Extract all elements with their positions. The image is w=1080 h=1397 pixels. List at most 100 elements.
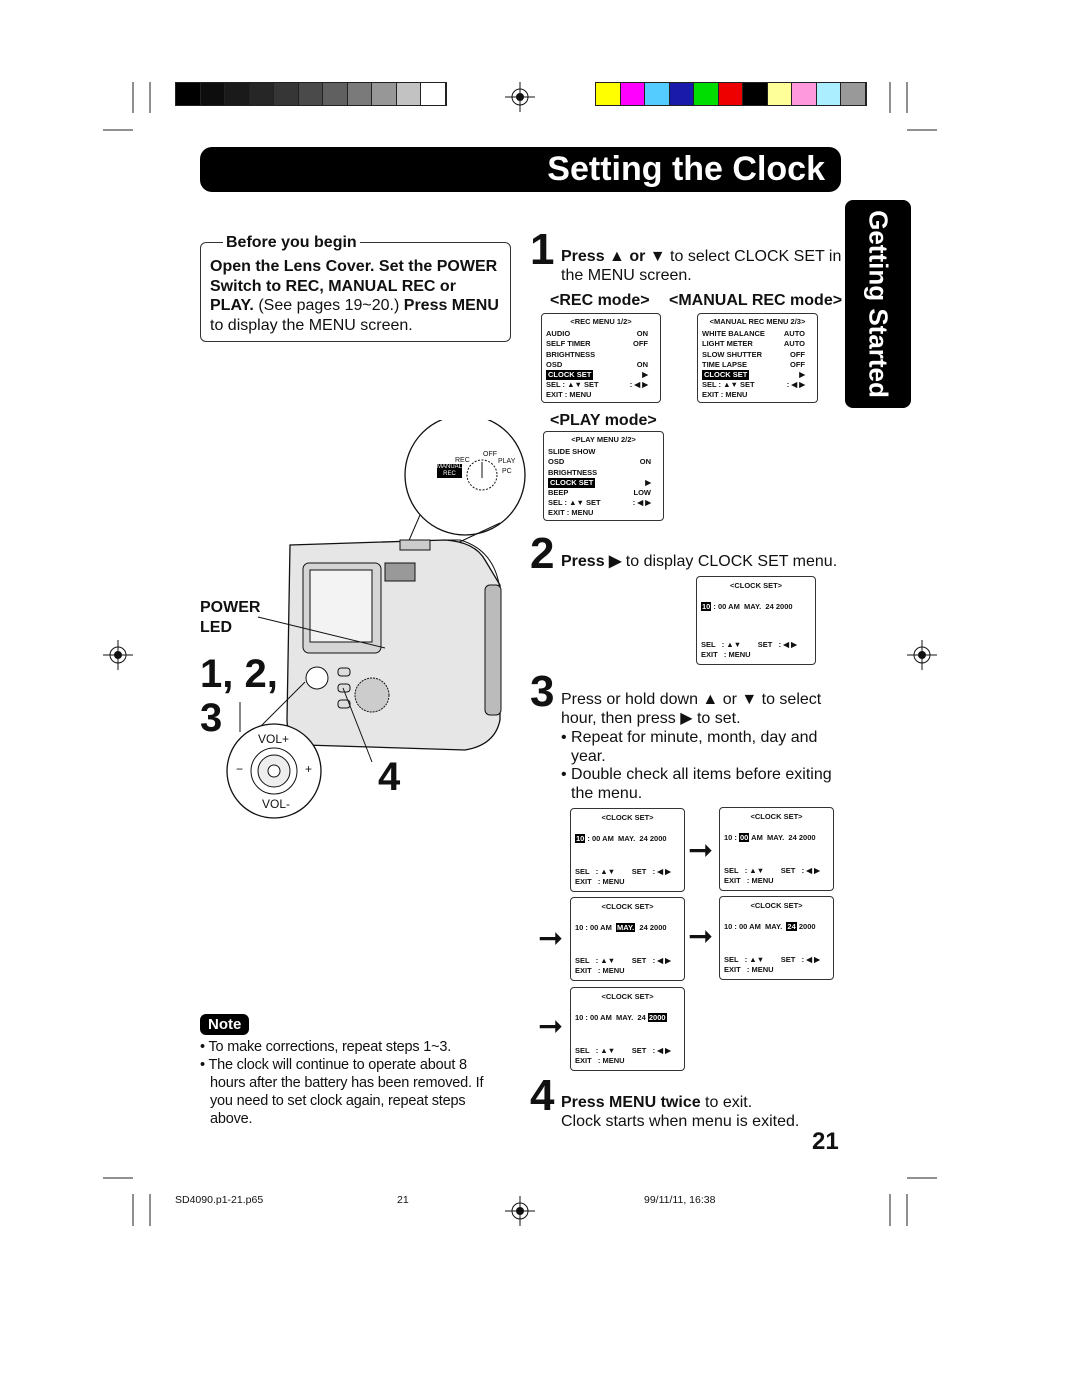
menu-item-value: : ◀ ▶: [632, 498, 651, 508]
clock-segment: :: [583, 1013, 591, 1022]
clock-segment: :: [583, 923, 591, 932]
menu-item-value: AUTO: [783, 329, 805, 339]
step-number: 1: [530, 225, 555, 274]
clock-segment: 2000: [649, 923, 667, 932]
power-led-label: POWER LED: [200, 599, 261, 636]
menu-item-value: ▶: [642, 370, 648, 380]
clock-sel-hint: SEL : ▲▼ SET : ◀ ▶: [724, 955, 820, 964]
clock-exit-hint: EXIT : MENU: [575, 1056, 625, 1065]
menu-row: OSD ON: [548, 457, 659, 467]
step-number: 2: [530, 529, 555, 578]
step2-text: Press ▶ to display CLOCK SET menu.: [561, 553, 838, 570]
clock-footer: SEL : ▲▼ SET : ◀ ▶ EXIT : MENU: [575, 956, 671, 976]
play-menu-screen: <PLAY MENU 2/2> SLIDE SHOW OSD ON BRIGHTNESS…: [543, 431, 664, 521]
clock-segment: :: [732, 833, 740, 842]
clock-sel-hint: SEL : ▲▼ SET : ◀ ▶: [575, 867, 671, 876]
menu-item-label: SEL : ▲▼ SET: [546, 380, 599, 390]
dial-pc-label: PC: [502, 468, 512, 475]
clock-title: <CLOCK SET>: [601, 902, 654, 911]
clock-footer: SEL : ▲▼ SET : ◀ ▶ EXIT : MENU: [724, 866, 820, 886]
clock-segment: 24: [765, 602, 774, 611]
clock-segment: 10: [701, 602, 712, 611]
step3-bullet: • Repeat for minute, month, day and year…: [561, 729, 818, 765]
menu-row: OSD ON: [546, 360, 656, 370]
menu-item-label: AUDIO: [546, 329, 571, 339]
step3-bullet: • Double check all items before exiting …: [561, 766, 832, 802]
clock-title: <CLOCK SET>: [729, 581, 783, 590]
menu-item-label: WHITE BALANCE: [702, 329, 765, 339]
clock-title: <CLOCK SET>: [750, 812, 803, 821]
menu-item-label: OSD: [548, 457, 565, 467]
clock-segment: MAY.: [767, 833, 785, 842]
footer-page: 21: [397, 1194, 409, 1206]
manual-rec-mode-label: <MANUAL REC mode>: [669, 292, 843, 309]
menu-item-value: ON: [636, 329, 648, 339]
menu-item-label: BEEP: [548, 488, 569, 498]
menu-item-value: OFF: [633, 339, 648, 349]
clock-set-screen: <CLOCK SET> 10 : 00 AM MAY. 24 2000 SEL : …: [570, 808, 685, 892]
clock-exit-hint: EXIT : MENU: [724, 876, 774, 885]
clock-segment: MAY.: [765, 922, 783, 931]
instruction-text: to display the MENU screen.: [210, 316, 413, 334]
menu-row: SEL : ▲▼ SET : ◀ ▶: [702, 380, 813, 390]
footer-file: SD4090.p1-21.p65: [175, 1194, 264, 1206]
clock-sel-hint: SEL : ▲▼ SET : ◀ ▶: [724, 866, 820, 875]
clock-exit-hint: EXIT : MENU: [575, 877, 625, 886]
menu-item-label: BRIGHTNESS: [546, 349, 596, 359]
clock-segment: 2000: [647, 1013, 667, 1022]
clock-segment: AM: [728, 602, 740, 611]
menu-row: WHITE BALANCE AUTO: [702, 329, 813, 339]
clock-footer: SEL : ▲▼ SET : ◀ ▶ EXIT : MENU: [724, 955, 820, 975]
minus-label: −: [236, 762, 244, 776]
rec-menu-screen: <REC MENU 1/2> AUDIO ON SELF TIMER OFF BRIGHT…: [541, 313, 661, 403]
clock-time-line: 10 : 00 AM MAY. 24 2000: [724, 833, 829, 842]
clock-segment: AM: [600, 1013, 612, 1022]
menu-item-label: EXIT : MENU: [548, 508, 594, 518]
dial-rec-label: REC: [455, 457, 470, 464]
steps-label: 1, 2, 3: [200, 652, 278, 740]
menu-item-value: OFF: [790, 359, 805, 369]
clock-segment: 10: [575, 834, 586, 843]
dial-manual-rec-label: MANUAL REC: [437, 464, 463, 478]
menu-item-label: EXIT : MENU: [702, 390, 748, 400]
menu-item-value: OFF: [790, 349, 805, 359]
before-you-begin-box: Before you begin Open the Lens Cover. Se…: [200, 233, 511, 342]
menu-row: EXIT : MENU: [702, 390, 813, 400]
instruction-text: (See pages 19~20.): [258, 297, 404, 314]
clock-segment: MAY.: [616, 1013, 634, 1022]
menu-item-label: CLOCK SET: [702, 370, 750, 381]
menu-item-value: ▶: [799, 370, 805, 380]
menu-row: TIME LAPSE OFF: [702, 360, 813, 370]
menu-row: CLOCK SET ▶: [546, 370, 656, 381]
menu-item-value: AUTO: [783, 339, 805, 349]
clock-footer: SEL : ▲▼ SET : ◀ ▶ EXIT : MENU: [575, 867, 671, 887]
clock-set-screen: <CLOCK SET> 10 : 00 AM MAY. 24 2000 SEL : …: [570, 897, 685, 981]
menu-row: SELF TIMER OFF: [546, 339, 656, 349]
clock-segment: :: [585, 834, 593, 843]
clock-segment: 2000: [798, 833, 816, 842]
box-legend: Before you begin: [223, 233, 360, 253]
arrow-right-icon: ➞: [688, 834, 714, 867]
clock-time-line: 10 : 00 AM MAY. 24 2000: [575, 1013, 680, 1022]
menu-row: SLIDE SHOW: [548, 447, 659, 457]
page-title: Setting the Clock: [200, 147, 841, 192]
play-mode-label: <PLAY mode>: [550, 412, 657, 429]
menu-title: <MANUAL REC MENU 2/3>: [709, 317, 806, 326]
clock-exit-hint: EXIT : MENU: [575, 966, 625, 975]
menu-row: EXIT : MENU: [546, 390, 656, 400]
clock-title: <CLOCK SET>: [601, 992, 654, 1001]
clock-sel-hint: SEL : ▲▼ SET : ◀ ▶: [575, 1046, 671, 1055]
step-number: 4: [530, 1071, 555, 1120]
clock-sel-hint: SEL : ▲▼ SET : ◀ ▶: [701, 640, 797, 649]
menu-title: <REC MENU 1/2>: [570, 317, 632, 326]
clock-set-screen: <CLOCK SET> 10 : 00 AM MAY. 24 2000 SEL : …: [719, 807, 834, 891]
clock-set-screen: <CLOCK SET> 10 : 00 AM MAY. 24 2000 SEL : …: [696, 576, 816, 665]
clock-time-line: 10 : 00 AM MAY. 24 2000: [701, 602, 811, 611]
menu-item-label: OSD: [546, 359, 563, 369]
clock-title: <CLOCK SET>: [750, 901, 803, 910]
footer-date: 99/11/11, 16:38: [644, 1194, 716, 1206]
clock-time-line: 10 : 00 AM MAY. 24 2000: [724, 922, 829, 931]
step3-text: Press or hold down ▲ or ▼ to select hour…: [561, 691, 822, 727]
menu-title: <PLAY MENU 2/2>: [571, 435, 636, 444]
menu-item-value: LOW: [633, 488, 652, 498]
